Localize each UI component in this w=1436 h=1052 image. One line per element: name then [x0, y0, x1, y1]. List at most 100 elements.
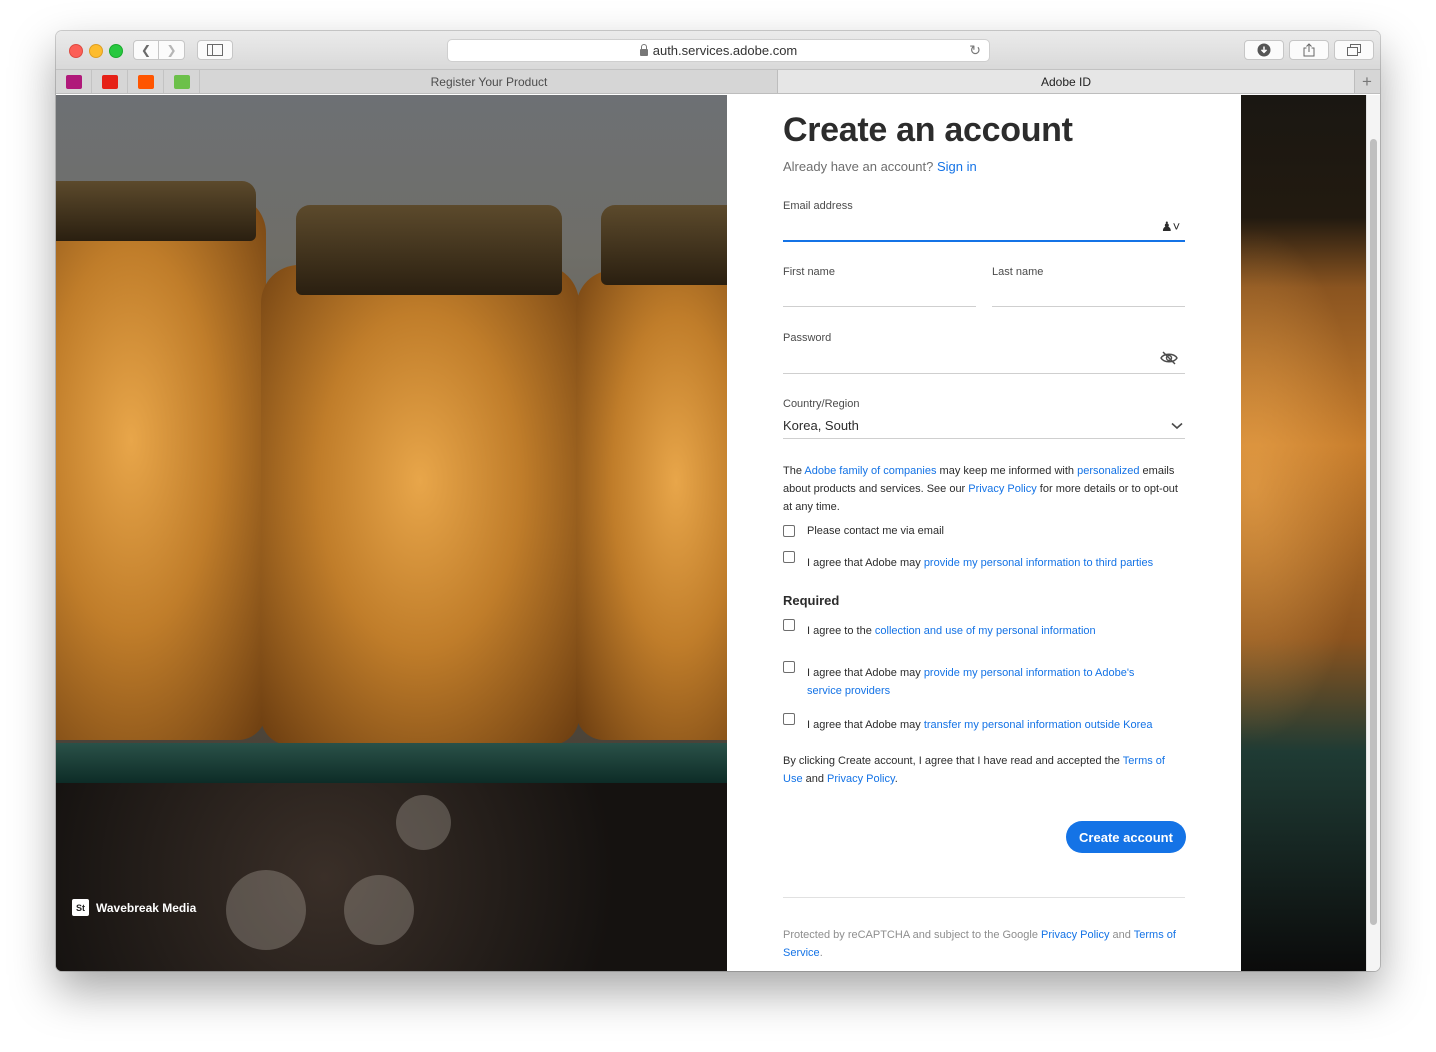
- jar-lid: [56, 181, 256, 241]
- checkbox-label: I agree that Adobe may transfer my perso…: [807, 716, 1152, 734]
- page-content: St Wavebreak Media Create an account Alr…: [56, 95, 1366, 971]
- plus-icon: +: [1362, 71, 1372, 91]
- last-name-label: Last name: [992, 266, 1044, 278]
- first-name-field[interactable]: [783, 306, 976, 307]
- signin-prompt-text: Already have an account?: [783, 159, 934, 174]
- terms-notice: By clicking Create account, I agree that…: [783, 752, 1185, 788]
- tabs-overview-button[interactable]: [1334, 40, 1374, 60]
- tab-adobe-id[interactable]: Adobe ID: [778, 70, 1355, 93]
- photo-credit-text: Wavebreak Media: [96, 900, 197, 915]
- favorites-bar: [56, 70, 200, 93]
- transfer-outside-checkbox[interactable]: [783, 713, 795, 725]
- tab-label: Register Your Product: [430, 74, 548, 89]
- share-button[interactable]: [1289, 40, 1329, 60]
- reload-icon[interactable]: ↻: [969, 42, 981, 59]
- jar-lid: [296, 205, 562, 295]
- tab-label: Adobe ID: [1040, 74, 1092, 89]
- checkbox-label: Please contact me via email: [807, 522, 944, 540]
- sidebar-icon: [207, 44, 223, 56]
- third-party-checkbox[interactable]: [783, 551, 795, 563]
- text: The: [783, 465, 805, 477]
- lock-icon: [639, 44, 648, 56]
- tab-bar: Register Your Product Adobe ID +: [56, 70, 1380, 94]
- honey-jar: [56, 195, 266, 740]
- checkbox-label: I agree to the collection and use of my …: [807, 622, 1096, 640]
- email-label: Email address: [783, 200, 853, 212]
- text: and: [802, 773, 828, 785]
- eye-slash-icon[interactable]: [1160, 351, 1178, 365]
- favorite-soundcloud[interactable]: [128, 70, 164, 93]
- browser-toolbar: ❮ ❯ auth.services.adobe.com ↻: [56, 31, 1380, 70]
- jar-lid: [601, 205, 727, 285]
- contact-email-checkbox[interactable]: [783, 525, 795, 537]
- scrollbar-thumb[interactable]: [1370, 139, 1377, 925]
- tab-register-product[interactable]: Register Your Product: [201, 70, 778, 93]
- third-parties-link[interactable]: provide my personal information to third…: [924, 557, 1153, 569]
- google-privacy-link[interactable]: Privacy Policy: [1041, 929, 1109, 941]
- nav-buttons: ❮ ❯: [133, 40, 186, 60]
- feedly-icon: [173, 74, 190, 89]
- country-value[interactable]: Korea, South: [783, 418, 859, 433]
- email-field[interactable]: [783, 240, 1185, 242]
- tabs-icon: [1347, 44, 1361, 56]
- adobe-family-link[interactable]: Adobe family of companies: [804, 465, 936, 477]
- required-heading: Required: [783, 593, 840, 608]
- address-bar[interactable]: auth.services.adobe.com ↻: [447, 39, 990, 62]
- soundcloud-icon: [137, 74, 154, 89]
- favorite-youtube[interactable]: [92, 70, 128, 93]
- marketing-notice: The Adobe family of companies may keep m…: [783, 462, 1185, 516]
- downloads-button[interactable]: [1244, 40, 1284, 60]
- service-providers-checkbox[interactable]: [783, 661, 795, 673]
- adobe-stock-icon: St: [72, 899, 89, 916]
- first-name-label: First name: [783, 266, 835, 278]
- checkbox-label: I agree that Adobe may provide my person…: [807, 664, 1152, 700]
- checkbox-label: I agree that Adobe may provide my person…: [807, 554, 1153, 572]
- background-photo: St Wavebreak Media: [56, 95, 727, 971]
- privacy-policy-link[interactable]: Privacy Policy: [968, 483, 1036, 495]
- chevron-down-icon[interactable]: [1171, 422, 1183, 430]
- personalized-link[interactable]: personalized: [1077, 465, 1139, 477]
- recaptcha-notice: Protected by reCAPTCHA and subject to th…: [783, 926, 1185, 962]
- background-photo-right: [1241, 95, 1366, 971]
- signin-link[interactable]: Sign in: [937, 159, 977, 174]
- last-name-field[interactable]: [992, 306, 1185, 307]
- password-field[interactable]: [783, 373, 1185, 374]
- close-window-button[interactable]: [69, 44, 83, 58]
- country-select[interactable]: [783, 438, 1185, 439]
- text: I agree that Adobe may: [807, 667, 924, 679]
- country-label: Country/Region: [783, 398, 860, 410]
- transfer-outside-link[interactable]: transfer my personal information outside…: [924, 719, 1153, 731]
- zoom-window-button[interactable]: [109, 44, 123, 58]
- new-tab-button[interactable]: +: [1354, 70, 1380, 93]
- download-icon: [1257, 43, 1271, 57]
- password-label: Password: [783, 332, 832, 344]
- privacy-policy-link[interactable]: Privacy Policy: [827, 773, 895, 785]
- vivaldi-icon: [65, 74, 82, 89]
- url-text: auth.services.adobe.com: [652, 43, 798, 58]
- chevron-right-icon: ❯: [166, 43, 177, 57]
- chevron-left-icon: ❮: [140, 43, 152, 57]
- create-account-button[interactable]: Create account: [1066, 821, 1186, 853]
- text: I agree that Adobe may: [807, 719, 924, 731]
- page-scrollbar[interactable]: [1366, 95, 1380, 971]
- favorite-feedly[interactable]: [164, 70, 200, 93]
- forward-button[interactable]: ❯: [159, 40, 185, 60]
- text: may keep me informed with: [936, 465, 1078, 477]
- text: .: [894, 773, 898, 785]
- minimize-window-button[interactable]: [89, 44, 103, 58]
- service-providers-option: I agree that Adobe may provide my person…: [783, 661, 1185, 700]
- signin-prompt: Already have an account? Sign in: [783, 159, 977, 174]
- footer-divider: [783, 897, 1185, 898]
- text: I agree that Adobe may: [807, 557, 924, 569]
- text: and: [1109, 929, 1134, 941]
- third-party-option: I agree that Adobe may provide my person…: [783, 551, 1185, 572]
- account-chooser-icon[interactable]: ♟˅: [1161, 219, 1180, 235]
- collection-use-checkbox[interactable]: [783, 619, 795, 631]
- back-button[interactable]: ❮: [133, 40, 159, 60]
- collection-use-link[interactable]: collection and use of my personal inform…: [875, 625, 1096, 637]
- honey-jar: [576, 270, 727, 740]
- text: .: [819, 947, 823, 959]
- bokeh-light: [344, 875, 414, 945]
- favorite-vivaldi[interactable]: [56, 70, 92, 93]
- sidebar-button[interactable]: [197, 40, 233, 60]
